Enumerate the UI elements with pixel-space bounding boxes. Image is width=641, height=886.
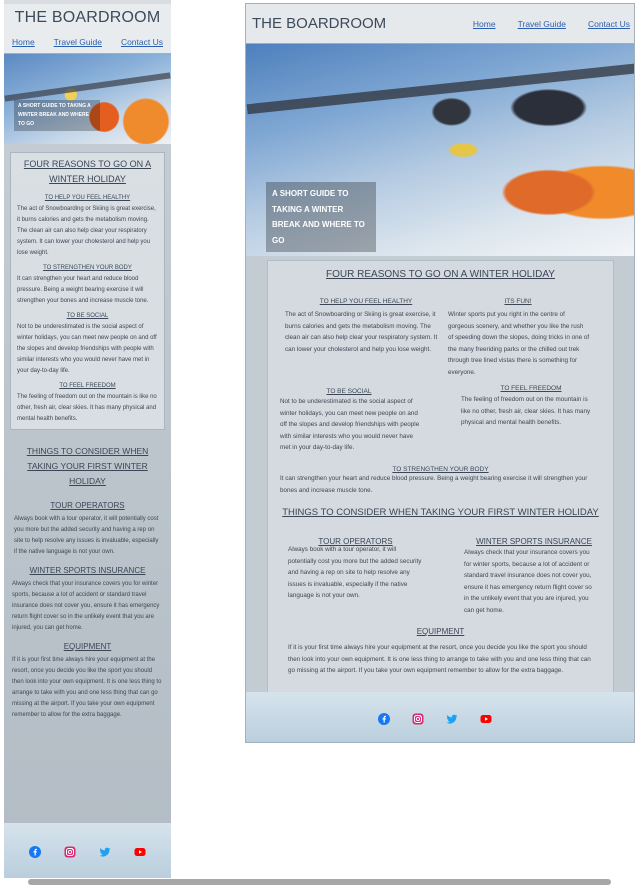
section-heading: WINTER SPORTS INSURANCE bbox=[29, 566, 146, 575]
reason-heading: TO HELP YOU FEEL HEALTHY bbox=[319, 298, 413, 305]
section-text: Always check that your insurance covers … bbox=[464, 549, 592, 614]
section-text: If it is your first time always hire you… bbox=[12, 657, 162, 718]
youtube-icon[interactable] bbox=[480, 712, 492, 724]
instagram-icon[interactable] bbox=[412, 712, 424, 725]
reasons-title: FOUR REASONS TO GO ON A WINTER HOLIDAY bbox=[326, 269, 555, 280]
reason-heading: TO STRENGTHEN YOUR BODY bbox=[392, 466, 489, 473]
mobile-header: THE BOARDROOM Home Travel Guide Contact … bbox=[4, 4, 171, 54]
mobile-footer bbox=[4, 823, 171, 878]
reason-text: The feeling of freedom out on the mounta… bbox=[461, 396, 591, 426]
mobile-nav: Home Travel Guide Contact Us bbox=[4, 27, 171, 47]
twitter-icon[interactable] bbox=[446, 712, 458, 724]
nav-home-link[interactable]: Home bbox=[473, 19, 496, 29]
content-card: FOUR REASONS TO GO ON A WINTER HOLIDAY T… bbox=[267, 260, 614, 693]
desktop-nav: Home Travel Guide Contact Us bbox=[473, 19, 630, 29]
nav-contact-link[interactable]: Contact Us bbox=[588, 19, 630, 29]
reason-text: It can strengthen your heart and reduce … bbox=[280, 475, 588, 494]
hero-caption: A SHORT GUIDE TO TAKING A WINTER BREAK A… bbox=[266, 182, 376, 252]
reasons-title: FOUR REASONS TO GO ON A WINTER HOLIDAY bbox=[23, 159, 152, 184]
consider-title: THINGS TO CONSIDER WHEN TAKING YOUR FIRS… bbox=[26, 446, 149, 486]
section-heading: EQUIPMENT bbox=[416, 627, 465, 636]
reason-text: Not to be underestimated is the social a… bbox=[17, 324, 157, 374]
reason-heading: TO BE SOCIAL bbox=[66, 313, 109, 319]
reason-heading: ITS FUN! bbox=[504, 298, 532, 305]
section-heading: TOUR OPERATORS bbox=[50, 501, 125, 510]
nav-travel-guide-link[interactable]: Travel Guide bbox=[54, 37, 102, 47]
nav-contact-link[interactable]: Contact Us bbox=[121, 37, 163, 47]
chairlift-bar bbox=[4, 72, 171, 102]
site-title: THE BOARDROOM bbox=[14, 9, 161, 26]
hero-image: A SHORT GUIDE TO TAKING A WINTER BREAK A… bbox=[4, 54, 171, 144]
reason-text: It can strengthen your heart and reduce … bbox=[17, 276, 149, 304]
reason-text: Winter sports put you right in the centr… bbox=[448, 311, 590, 376]
twitter-icon[interactable] bbox=[99, 845, 111, 857]
instagram-icon[interactable] bbox=[64, 845, 76, 857]
desktop-preview: THE BOARDROOM Home Travel Guide Contact … bbox=[245, 3, 635, 743]
facebook-icon[interactable] bbox=[378, 712, 390, 725]
consider-title: THINGS TO CONSIDER WHEN TAKING YOUR FIRS… bbox=[282, 507, 599, 518]
section-heading: EQUIPMENT bbox=[63, 642, 112, 651]
facebook-icon[interactable] bbox=[29, 845, 42, 858]
site-title: THE BOARDROOM bbox=[252, 15, 387, 32]
reason-heading: TO BE SOCIAL bbox=[326, 388, 372, 395]
reason-heading: TO FEEL FREEDOM bbox=[500, 385, 562, 392]
section-text: If it is your first time always hire you… bbox=[288, 644, 591, 674]
reason-heading: TO STRENGTHEN YOUR BODY bbox=[43, 265, 132, 271]
nav-travel-guide-link[interactable]: Travel Guide bbox=[518, 19, 566, 29]
section-text: Always check that your insurance covers … bbox=[12, 581, 160, 631]
reason-heading: TO FEEL FREEDOM bbox=[59, 383, 116, 389]
section-heading: WINTER SPORTS INSURANCE bbox=[476, 537, 592, 546]
hero-image: A SHORT GUIDE TO TAKING A WINTER BREAK A… bbox=[246, 44, 634, 256]
reason-heading: TO HELP YOU FEEL HEALTHY bbox=[44, 195, 131, 201]
section-text: Always book with a tour operator, it wil… bbox=[288, 546, 422, 599]
reason-text: The feeling of freedom out on the mounta… bbox=[17, 394, 157, 422]
section-text: Always book with a tour operator, it wil… bbox=[14, 516, 159, 555]
mobile-preview: THE BOARDROOM Home Travel Guide Contact … bbox=[4, 4, 171, 878]
youtube-icon[interactable] bbox=[134, 845, 146, 857]
reason-text: The act of Snowboarding or Skiing is gre… bbox=[17, 206, 156, 256]
desktop-footer bbox=[246, 692, 634, 742]
desktop-header: THE BOARDROOM Home Travel Guide Contact … bbox=[246, 4, 634, 44]
reason-text: Not to be underestimated is the social a… bbox=[280, 398, 420, 451]
horizontal-scrollbar[interactable] bbox=[28, 879, 611, 885]
hero-caption: A SHORT GUIDE TO TAKING A WINTER BREAK A… bbox=[14, 100, 100, 131]
reasons-card: FOUR REASONS TO GO ON A WINTER HOLIDAY T… bbox=[10, 152, 165, 430]
nav-home-link[interactable]: Home bbox=[12, 37, 35, 47]
reason-text: The act of Snowboarding or Skiing is gre… bbox=[285, 311, 438, 353]
chairlift-bar bbox=[246, 59, 634, 115]
